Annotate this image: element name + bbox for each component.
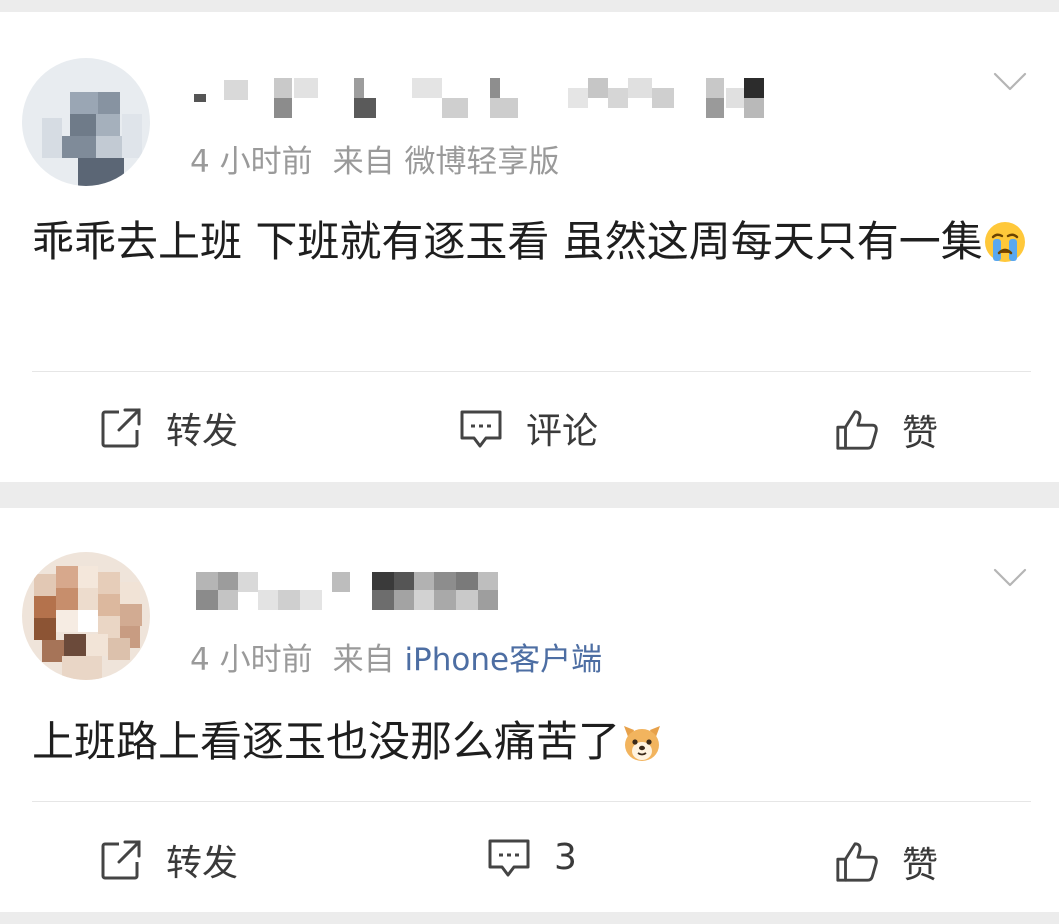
repost-icon bbox=[98, 405, 144, 451]
avatar[interactable] bbox=[22, 58, 150, 186]
comment-label: 评论 bbox=[526, 411, 599, 452]
divider bbox=[32, 371, 1031, 372]
comment-button[interactable]: 评论 bbox=[458, 402, 598, 454]
like-button[interactable]: 赞 bbox=[834, 836, 938, 888]
post-meta: 4 小时前 来自 iPhone客户端 bbox=[190, 634, 602, 679]
post-card: 4 小时前 来自 微博轻享版 乖乖去上班 下班就有逐玉看 虽然这周每天只有一集 转… bbox=[0, 12, 1059, 482]
comment-icon bbox=[458, 405, 504, 451]
crying-face-emoji bbox=[984, 222, 1025, 262]
repost-label: 转发 bbox=[166, 843, 239, 884]
repost-icon bbox=[98, 837, 144, 883]
post-text: 乖乖去上班 下班就有逐玉看 虽然这周每天只有一集 bbox=[32, 217, 983, 266]
like-label: 赞 bbox=[902, 413, 939, 454]
post-source[interactable]: 微博轻享版 bbox=[404, 144, 559, 180]
comment-icon bbox=[486, 834, 532, 880]
avatar[interactable] bbox=[22, 552, 150, 680]
chevron-down-icon[interactable] bbox=[993, 72, 1027, 92]
repost-label: 转发 bbox=[166, 411, 239, 452]
post-body: 乖乖去上班 下班就有逐玉看 虽然这周每天只有一集 bbox=[32, 212, 1032, 272]
repost-button[interactable]: 转发 bbox=[98, 834, 238, 886]
username-blurred[interactable] bbox=[196, 568, 516, 610]
post-source[interactable]: iPhone客户端 bbox=[404, 642, 602, 678]
chevron-down-icon[interactable] bbox=[993, 568, 1027, 588]
from-label: 来自 bbox=[332, 642, 395, 678]
comment-button[interactable]: 3 bbox=[486, 834, 577, 880]
comment-count: 3 bbox=[554, 836, 577, 878]
post-time: 4 小时前 bbox=[190, 642, 313, 678]
post-body: 上班路上看逐玉也没那么痛苦了 bbox=[32, 712, 1032, 772]
like-icon bbox=[834, 407, 880, 453]
post-meta: 4 小时前 来自 微博轻享版 bbox=[190, 136, 559, 181]
from-label: 来自 bbox=[332, 144, 395, 180]
post-text: 上班路上看逐玉也没那么痛苦了 bbox=[32, 717, 621, 766]
like-button[interactable]: 赞 bbox=[834, 404, 938, 456]
post-card: 4 小时前 来自 iPhone客户端 上班路上看逐玉也没那么痛苦了 转发 3 赞 bbox=[0, 508, 1059, 912]
like-label: 赞 bbox=[902, 845, 939, 886]
username-blurred[interactable] bbox=[190, 74, 770, 118]
divider bbox=[32, 801, 1031, 802]
post-time: 4 小时前 bbox=[190, 144, 313, 180]
repost-button[interactable]: 转发 bbox=[98, 402, 238, 454]
dog-face-emoji bbox=[624, 726, 661, 761]
like-icon bbox=[834, 839, 880, 885]
